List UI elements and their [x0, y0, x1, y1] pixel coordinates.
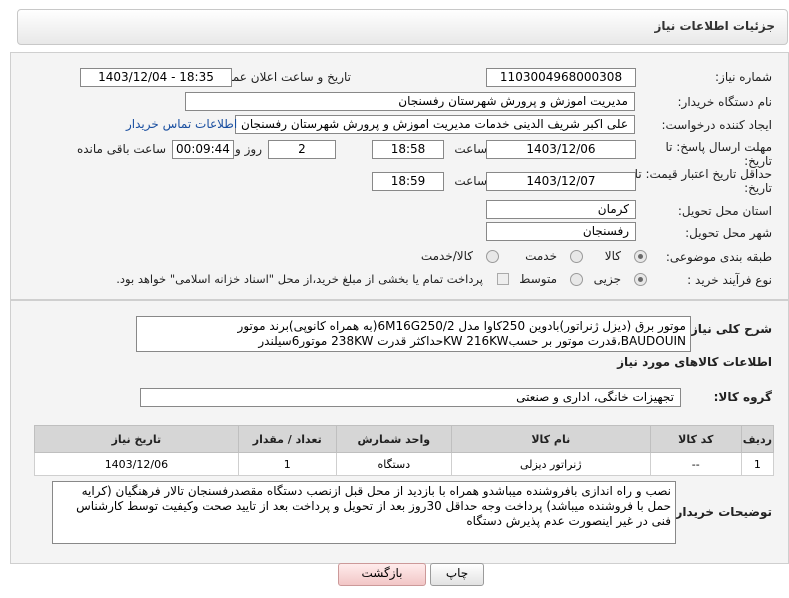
col-unit: واحد شمارش: [335, 425, 452, 453]
creator-label: ایجاد کننده درخواست:: [661, 118, 772, 132]
buyer-contact-link[interactable]: اطلاعات تماس خریدار: [126, 117, 237, 131]
validity-label-date: تاریخ:: [744, 181, 772, 195]
description-field[interactable]: موتور برق (دیزل ژنراتور)بادوین 250کاوا م…: [136, 316, 691, 352]
city-field[interactable]: رفسنجان: [486, 222, 636, 241]
creator-field[interactable]: علی اکبر شریف الدینی خدمات مدیریت اموزش …: [235, 115, 635, 134]
col-date: تاریخ نیاز: [34, 425, 239, 453]
province-label: استان محل تحویل:: [677, 204, 772, 218]
city-label: شهر محل تحویل:: [685, 226, 772, 240]
deadline-date-field[interactable]: 1403/12/06: [486, 140, 636, 159]
cell-date: 1403/12/06: [34, 452, 239, 476]
col-code: کد کالا: [649, 425, 742, 453]
category-goods-label: کالا: [604, 249, 621, 263]
validity-label: حداقل تاریخ اعتبار قیمت: تا: [634, 167, 772, 181]
goods-info-title: اطلاعات کالاهای مورد نیاز: [617, 355, 772, 369]
col-row: ردیف: [740, 425, 775, 453]
cell-code: --: [649, 452, 742, 476]
process-radio-medium[interactable]: [570, 273, 583, 286]
category-radio-service[interactable]: [570, 250, 583, 263]
days-label: روز و: [235, 142, 262, 156]
header-panel: جزئیات اطلاعات نیاز: [17, 9, 788, 45]
goods-table: ردیف کد کالا نام کالا واحد شمارش تعداد /…: [34, 425, 775, 476]
need-number-field[interactable]: 1103004968000308: [486, 68, 636, 87]
province-field[interactable]: کرمان: [486, 200, 636, 219]
treasury-payment-checkbox[interactable]: [497, 273, 509, 285]
deadline-time-field[interactable]: 18:58: [372, 140, 444, 159]
buyer-field[interactable]: مدیریت اموزش و پرورش شهرستان رفسنجان: [185, 92, 635, 111]
days-remaining-field[interactable]: 2: [268, 140, 336, 159]
description-label: شرح کلی نیاز:: [686, 322, 772, 336]
process-medium-label: متوسط: [519, 272, 557, 286]
time-remaining-label: ساعت باقی مانده: [76, 142, 166, 156]
goods-group-field[interactable]: تجهیزات خانگی، اداری و صنعتی: [140, 388, 681, 407]
cell-qty: 1: [237, 452, 337, 476]
deadline-label-date: تاریخ:: [744, 154, 772, 168]
category-both-label: کالا/خدمت: [420, 249, 473, 263]
announce-datetime-field[interactable]: 1403/12/04 - 18:35: [80, 68, 232, 87]
payment-note: پرداخت تمام یا بخشی از مبلغ خرید،از محل …: [116, 272, 483, 286]
col-qty: تعداد / مقدار: [237, 425, 337, 453]
category-service-label: خدمت: [525, 249, 557, 263]
need-number-label: شماره نیاز:: [715, 70, 772, 84]
process-label: نوع فرآیند خرید :: [687, 273, 772, 287]
time-remaining-field[interactable]: 00:09:44: [172, 140, 234, 159]
print-button[interactable]: چاپ: [430, 563, 484, 586]
buyer-notes-label: توضیحات خریدار:: [670, 505, 772, 519]
buyer-notes-field[interactable]: نصب و راه اندازی بافروشنده میباشدو همراه…: [52, 481, 676, 544]
col-name: نام کالا: [450, 425, 651, 453]
cell-name: ژنراتور دیزلی: [450, 452, 651, 476]
goods-group-label: گروه کالا:: [713, 390, 772, 404]
validity-date-field[interactable]: 1403/12/07: [486, 172, 636, 191]
back-button[interactable]: بازگشت: [338, 563, 426, 586]
process-small-label: جزیی: [593, 272, 621, 286]
page-title: جزئیات اطلاعات نیاز: [654, 19, 775, 33]
deadline-time-label: ساعت: [454, 142, 487, 156]
cell-row: 1: [740, 452, 775, 476]
process-radio-small[interactable]: [634, 273, 647, 286]
category-label: طبقه بندی موضوعی:: [665, 250, 772, 264]
category-radio-both[interactable]: [486, 250, 499, 263]
cell-unit: دستگاه: [335, 452, 452, 476]
validity-time-label: ساعت: [454, 174, 487, 188]
deadline-label: مهلت ارسال پاسخ: تا: [665, 140, 772, 154]
buyer-label: نام دستگاه خریدار:: [677, 95, 773, 109]
validity-time-field[interactable]: 18:59: [372, 172, 444, 191]
table-row: 1 -- ژنراتور دیزلی دستگاه 1 1403/12/06: [34, 452, 775, 476]
category-radio-goods[interactable]: [634, 250, 647, 263]
